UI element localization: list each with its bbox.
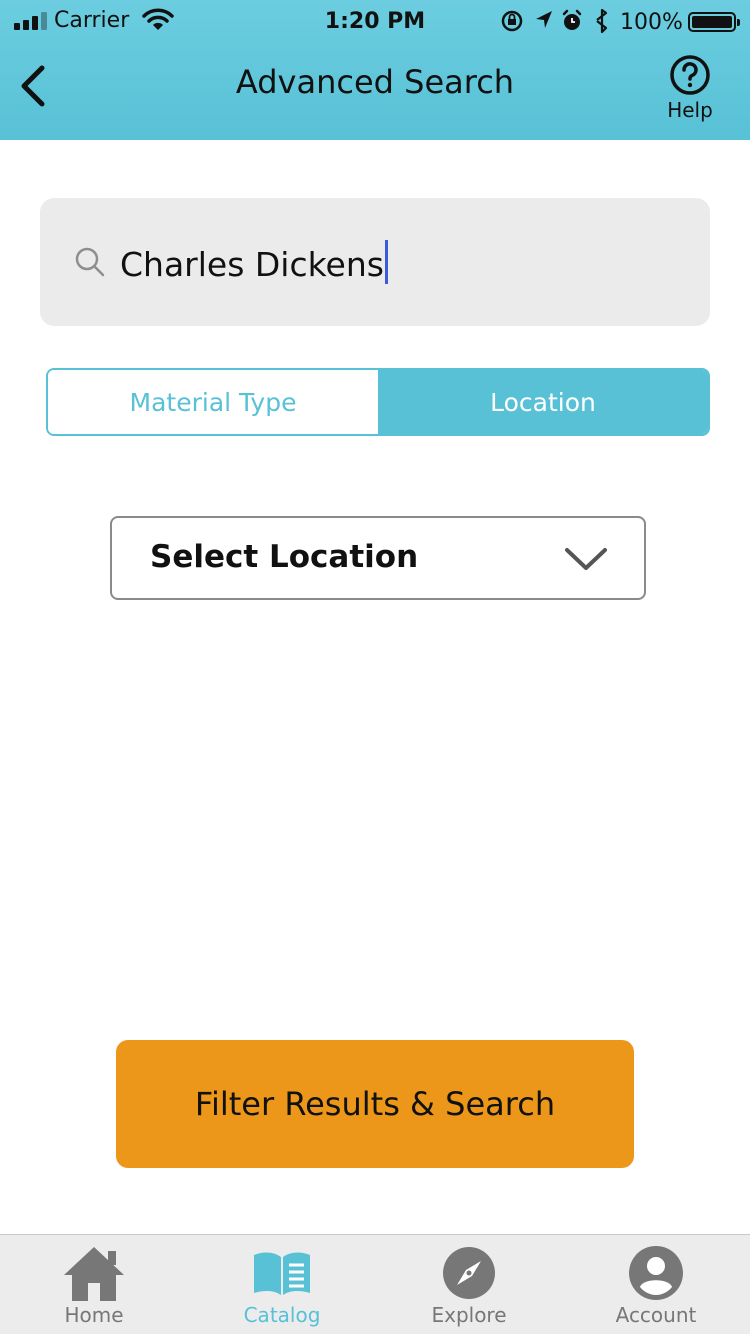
tab-explore-label: Explore — [431, 1303, 507, 1327]
tab-explore[interactable]: Explore — [394, 1245, 544, 1335]
tab-account[interactable]: Account — [581, 1245, 731, 1335]
header-bar: Carrier 1:20 PM 100% Advanced Search Hel… — [0, 0, 750, 140]
location-select[interactable]: Select Location — [110, 516, 646, 600]
user-icon — [629, 1246, 683, 1300]
page-title: Advanced Search — [235, 63, 515, 101]
help-label: Help — [667, 98, 713, 122]
help-button[interactable]: Help — [660, 54, 720, 124]
bluetooth-icon — [596, 8, 608, 34]
tab-catalog[interactable]: Catalog — [207, 1245, 357, 1335]
location-select-label: Select Location — [150, 539, 419, 575]
tab-material-type[interactable]: Material Type — [48, 370, 378, 434]
chevron-down-icon — [565, 548, 607, 570]
search-input[interactable]: Charles Dickens — [120, 240, 388, 284]
rotation-lock-icon — [501, 10, 523, 32]
search-input-value: Charles Dickens — [120, 245, 384, 284]
search-icon — [75, 247, 105, 277]
compass-icon — [443, 1247, 495, 1299]
bottom-tab-bar: Home Catalog Explore Account — [0, 1234, 750, 1334]
question-circle-icon — [670, 55, 710, 95]
filter-search-button[interactable]: Filter Results & Search — [116, 1040, 634, 1168]
filter-segmented-control: Material Type Location — [46, 368, 710, 436]
search-field[interactable]: Charles Dickens — [40, 198, 710, 326]
status-icons — [501, 8, 608, 34]
tab-account-label: Account — [615, 1303, 697, 1327]
battery-icon — [688, 12, 740, 32]
book-icon — [254, 1252, 310, 1295]
tab-home-label: Home — [64, 1303, 124, 1327]
tab-location[interactable]: Location — [378, 370, 708, 434]
status-bar: Carrier 1:20 PM 100% — [0, 0, 750, 46]
text-cursor — [384, 240, 388, 284]
tab-home[interactable]: Home — [19, 1245, 169, 1335]
tab-catalog-label: Catalog — [243, 1303, 321, 1327]
home-icon — [64, 1247, 124, 1301]
battery-percent: 100% — [620, 10, 683, 35]
alarm-icon — [562, 9, 582, 30]
location-arrow-icon — [536, 11, 552, 28]
